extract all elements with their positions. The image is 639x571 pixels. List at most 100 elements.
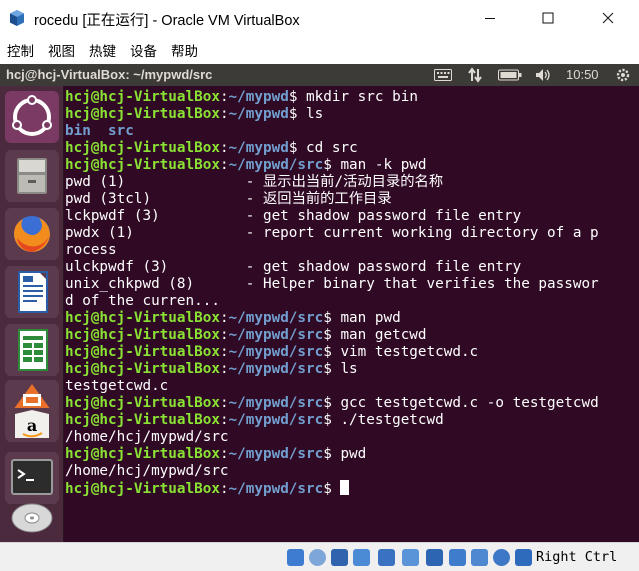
menu-view[interactable]: 视图 <box>48 38 75 62</box>
maximize-button[interactable] <box>525 0 571 36</box>
prompt-colon: : <box>219 344 229 360</box>
display-icon[interactable] <box>426 549 443 566</box>
prompt-colon: : <box>219 481 229 497</box>
prompt-user: hcj@hcj-VirtualBox <box>65 106 220 122</box>
command-output: /home/hcj/mypwd/src <box>65 429 229 445</box>
terminal-line: hcj@hcj-VirtualBox:~/mypwd$ cd src <box>65 140 639 157</box>
battery-icon[interactable] <box>497 67 523 83</box>
window-titlebar: rocedu [正在运行] - Oracle VM VirtualBox <box>0 0 639 36</box>
prompt-colon: : <box>219 446 229 462</box>
terminal-line: d of the curren... <box>65 293 639 310</box>
prompt-user: hcj@hcj-VirtualBox <box>65 481 220 497</box>
usb-icon[interactable] <box>378 549 395 566</box>
prompt-path: ~/mypwd/src <box>228 412 324 428</box>
prompt-command: $ vim testgetcwd.c <box>323 344 479 360</box>
command-output: pwd (1) - 显示出当前/活动目录的名称 <box>65 174 444 190</box>
keyboard-icon[interactable] <box>433 67 453 83</box>
menu-hotkeys[interactable]: 热键 <box>89 38 116 62</box>
ubuntu-launcher: a <box>0 86 64 542</box>
menu-help[interactable]: 帮助 <box>171 38 198 62</box>
video-capture-icon[interactable] <box>449 549 466 566</box>
command-output: pwd (3tcl) - 返回当前的工作目录 <box>65 191 392 207</box>
command-output: /home/hcj/mypwd/src <box>65 463 229 479</box>
prompt-command: $ ls <box>323 361 358 377</box>
prompt-command: $ man getcwd <box>323 327 427 343</box>
network-icon[interactable] <box>353 549 370 566</box>
prompt-command: $ man -k pwd <box>323 157 427 173</box>
cpu-icon[interactable] <box>471 549 488 566</box>
maximize-icon <box>542 12 554 24</box>
terminal-line: testgetcwd.c <box>65 378 639 395</box>
prompt-command: $ mkdir src bin <box>288 89 418 105</box>
prompt-path: ~/mypwd <box>228 89 289 105</box>
shared-folders-icon[interactable] <box>402 549 419 566</box>
prompt-user: hcj@hcj-VirtualBox <box>65 157 220 173</box>
terminal-line: hcj@hcj-VirtualBox:~/mypwd/src$ pwd <box>65 446 639 463</box>
prompt-user: hcj@hcj-VirtualBox <box>65 140 220 156</box>
audio-icon[interactable] <box>331 549 348 566</box>
writer-icon[interactable] <box>5 266 59 318</box>
prompt-path: ~/mypwd <box>228 140 289 156</box>
command-output: unix_chkpwd (8) - Helper binary that ver… <box>65 276 599 292</box>
prompt-user: hcj@hcj-VirtualBox <box>65 344 220 360</box>
command-output: lckpwdf (3) - get shadow password file e… <box>65 208 522 224</box>
menu-control[interactable]: 控制 <box>7 38 34 62</box>
svg-text:a: a <box>27 416 37 435</box>
command-output: d of the curren... <box>65 293 220 309</box>
minimize-button[interactable] <box>467 0 513 36</box>
prompt-colon: : <box>219 395 229 411</box>
prompt-colon: : <box>219 106 229 122</box>
prompt-user: hcj@hcj-VirtualBox <box>65 412 220 428</box>
prompt-colon: : <box>219 327 229 343</box>
prompt-command: $ man pwd <box>323 310 401 326</box>
terminal-output[interactable]: hcj@hcj-VirtualBox:~/mypwd$ mkdir src bi… <box>64 86 639 542</box>
arrow-down-icon[interactable] <box>515 549 532 566</box>
prompt-path: ~/mypwd/src <box>228 157 324 173</box>
vbox-status-bar: Right Ctrl <box>0 542 639 571</box>
prompt-path: ~/mypwd/src <box>228 310 324 326</box>
power-gear-icon[interactable] <box>614 67 632 83</box>
command-output: testgetcwd.c <box>65 378 169 394</box>
network-arrows-icon[interactable] <box>466 67 484 83</box>
firefox-icon[interactable] <box>5 208 59 260</box>
volume-icon[interactable] <box>534 67 552 83</box>
terminal-line: hcj@hcj-VirtualBox:~/mypwd$ mkdir src bi… <box>65 89 639 106</box>
panel-clock[interactable]: 10:50 <box>566 67 599 82</box>
amazon-icon[interactable]: a <box>5 408 59 442</box>
prompt-user: hcj@hcj-VirtualBox <box>65 446 220 462</box>
prompt-user: hcj@hcj-VirtualBox <box>65 89 220 105</box>
dvd-icon[interactable] <box>5 496 59 540</box>
prompt-colon: : <box>219 89 229 105</box>
prompt-command: $ ./testgetcwd <box>323 412 444 428</box>
directory-listing: bin src <box>65 123 134 139</box>
terminal-line: pwd (3tcl) - 返回当前的工作目录 <box>65 191 639 208</box>
hard-disk-icon[interactable] <box>287 549 304 566</box>
terminal-line: hcj@hcj-VirtualBox:~/mypwd/src$ gcc test… <box>65 395 639 412</box>
calc-icon[interactable] <box>5 324 59 376</box>
optical-drive-icon[interactable] <box>309 549 326 566</box>
terminal-line: hcj@hcj-VirtualBox:~/mypwd/src$ man -k p… <box>65 157 639 174</box>
prompt-path: ~/mypwd/src <box>228 481 324 497</box>
menu-bar: 控制 视图 热键 设备 帮助 <box>0 36 639 64</box>
files-icon[interactable] <box>5 150 59 202</box>
prompt-path: ~/mypwd/src <box>228 446 324 462</box>
terminal-line: hcj@hcj-VirtualBox:~/mypwd/src$ man getc… <box>65 327 639 344</box>
prompt-path: ~/mypwd <box>228 106 289 122</box>
terminal-line: rocess <box>65 242 639 259</box>
ubuntu-dash-icon[interactable] <box>5 91 59 143</box>
close-icon <box>602 12 614 24</box>
prompt-colon: : <box>219 361 229 377</box>
prompt-command: $ gcc testgetcwd.c -o testgetcwd <box>323 395 599 411</box>
prompt-user: hcj@hcj-VirtualBox <box>65 327 220 343</box>
prompt-colon: : <box>219 310 229 326</box>
close-button[interactable] <box>585 0 631 36</box>
prompt-path: ~/mypwd/src <box>228 344 324 360</box>
prompt-user: hcj@hcj-VirtualBox <box>65 361 220 377</box>
terminal-line: /home/hcj/mypwd/src <box>65 429 639 446</box>
terminal-line: hcj@hcj-VirtualBox:~/mypwd$ ls <box>65 106 639 123</box>
menu-devices[interactable]: 设备 <box>130 38 157 62</box>
terminal-line: bin src <box>65 123 639 140</box>
mouse-integration-icon[interactable] <box>493 549 510 566</box>
ubuntu-top-panel: hcj@hcj-VirtualBox: ~/mypwd/src 10:50 <box>0 64 639 86</box>
prompt-path: ~/mypwd/src <box>228 395 324 411</box>
